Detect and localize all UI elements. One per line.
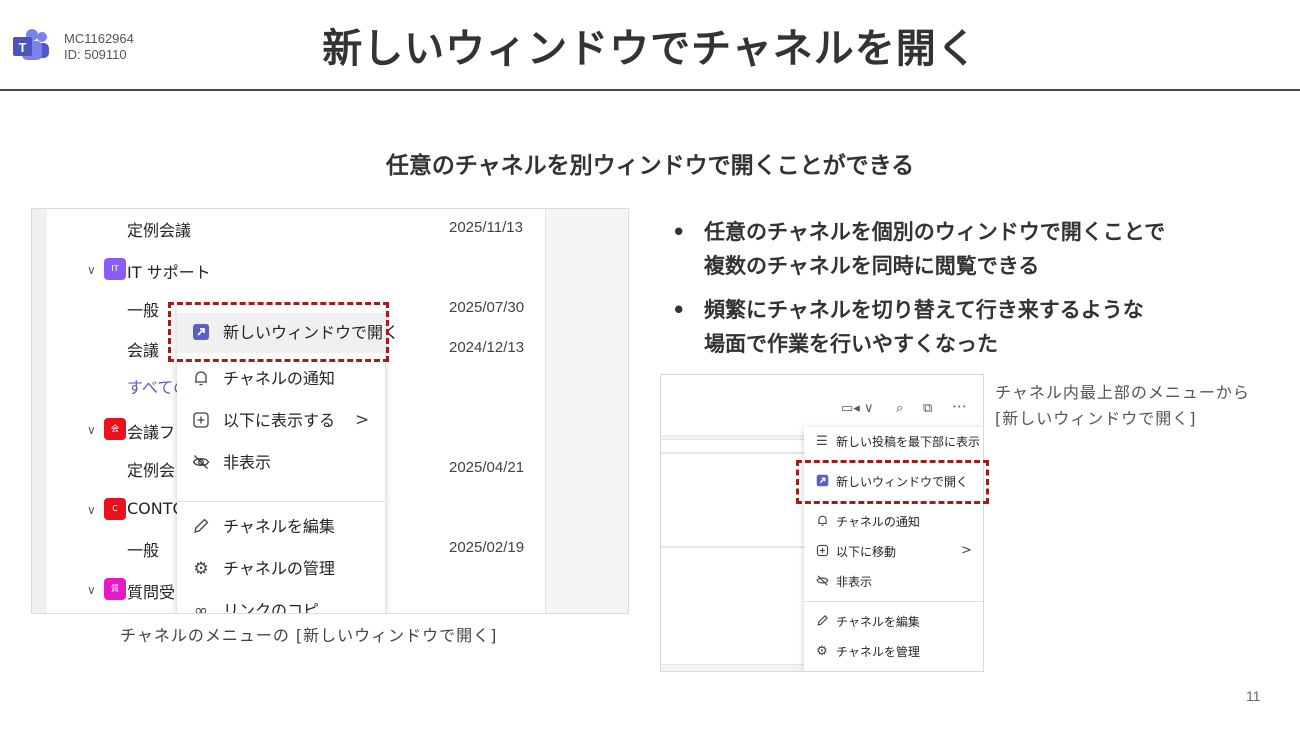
chevron-down-icon[interactable]: ∨ [87,263,96,277]
gear-icon: ⚙ [193,559,209,579]
menu-item-hide[interactable]: 非表示 [177,443,385,483]
bell-icon [191,369,211,389]
chevron-down-icon[interactable]: ∨ [87,583,96,597]
bell-icon [814,514,830,530]
menu-item-copy-link[interactable]: ∞ リンクのコピ [177,591,385,614]
menu-item-move-to[interactable]: 以下に移動 > [804,537,983,567]
menu-item-manage-channel[interactable]: ⚙ チャネルを管理 [804,637,983,667]
channel-list-screenshot: 定例会議 2025/11/13 ∨ IT IT サポート 一般 2025/07/… [31,208,629,614]
add-square-icon [814,544,830,560]
list-item-date: 2025/02/19 [449,539,525,556]
channel-header-menu-screenshot: ▭◂ ∨ ⌕ ⧉ ⋯ ☰ 新しい投稿を最下部に表示 新しいウィンドウで開く チャ… [660,374,984,672]
video-call-icon[interactable]: ▭◂ ∨ [841,401,873,416]
chevron-down-icon[interactable]: ∨ [87,423,96,437]
menu-item-edit-channel[interactable]: チャネルを編集 [177,507,385,547]
caption-line: チャネル内最上部のメニューから [995,383,1250,402]
highlight-box-right [796,460,989,504]
more-options-icon[interactable]: ⋯ [952,397,967,415]
menu-item-hide[interactable]: 非表示 [804,567,983,597]
bullet-dot: • [672,298,686,322]
content-area-edge [545,209,628,613]
team-name[interactable]: 質問受 [127,579,175,603]
eye-off-icon [191,453,211,473]
left-screenshot-caption: チャネルのメニューの [新しいウィンドウで開く] [120,626,498,645]
team-tile-icon: 質 [104,578,126,600]
pencil-icon [814,614,830,630]
menu-divider [804,601,983,602]
slide-subtitle: 任意のチャネルを別ウィンドウで開くことができる [385,153,915,179]
highlight-box-left [168,302,389,362]
post-area [661,547,804,665]
search-icon[interactable]: ⌕ [896,401,903,416]
open-in-window-icon[interactable]: ⧉ [923,401,932,416]
list-item-date: 2025/11/13 [449,219,523,236]
link-icon: ∞ [193,601,209,614]
title-divider [0,89,1300,91]
team-name[interactable]: IT サポート [127,259,211,283]
team-name[interactable]: 会議フ [127,419,175,443]
list-item-date: 2025/04/21 [449,459,525,476]
menu-item-show-in[interactable]: 以下に表示する > [177,401,385,441]
menu-item-channel-notifications[interactable]: チャネルの通知 [177,359,385,399]
page-number: 11 [1246,688,1261,704]
list-item-date: 2025/07/30 [449,299,525,316]
chevron-right-icon: > [355,410,370,430]
menu-item-new-posts-bottom[interactable]: ☰ 新しい投稿を最下部に表示 [804,427,983,457]
eye-off-icon [814,574,830,590]
list-item-label[interactable]: 一般 [127,297,159,321]
chevron-right-icon: > [961,543,972,558]
add-square-icon [191,411,211,431]
list-item-label[interactable]: 定例会議 [127,217,191,241]
pencil-icon [191,517,211,537]
team-tile-icon: 会 [104,418,126,440]
menu-item-manage-channel[interactable]: ⚙ チャネルの管理 [177,549,385,589]
bullet-dot: • [672,220,686,244]
team-tile-icon: C [104,498,126,520]
list-item-label[interactable]: 一般 [127,537,159,561]
lines-icon: ☰ [816,434,828,449]
team-tile-icon: IT [104,258,126,280]
right-screenshot-caption: チャネル内最上部のメニューから [新しいウィンドウで開く] [995,380,1250,432]
list-item-label[interactable]: 定例会 [127,457,175,481]
post-area [661,453,804,547]
menu-item-channel-notifications[interactable]: チャネルの通知 [804,507,983,537]
chevron-down-icon[interactable]: ∨ [87,503,96,517]
caption-line: [新しいウィンドウで開く] [995,409,1197,428]
page-title: 新しいウィンドウでチャネルを開く [322,26,978,72]
gear-icon: ⚙ [816,644,828,659]
post-area [661,439,804,453]
list-item-label[interactable]: 会議 [127,337,159,361]
menu-item-edit-channel[interactable]: チャネルを編集 [804,607,983,637]
menu-divider [177,501,385,502]
list-item-date: 2024/12/13 [449,339,525,356]
